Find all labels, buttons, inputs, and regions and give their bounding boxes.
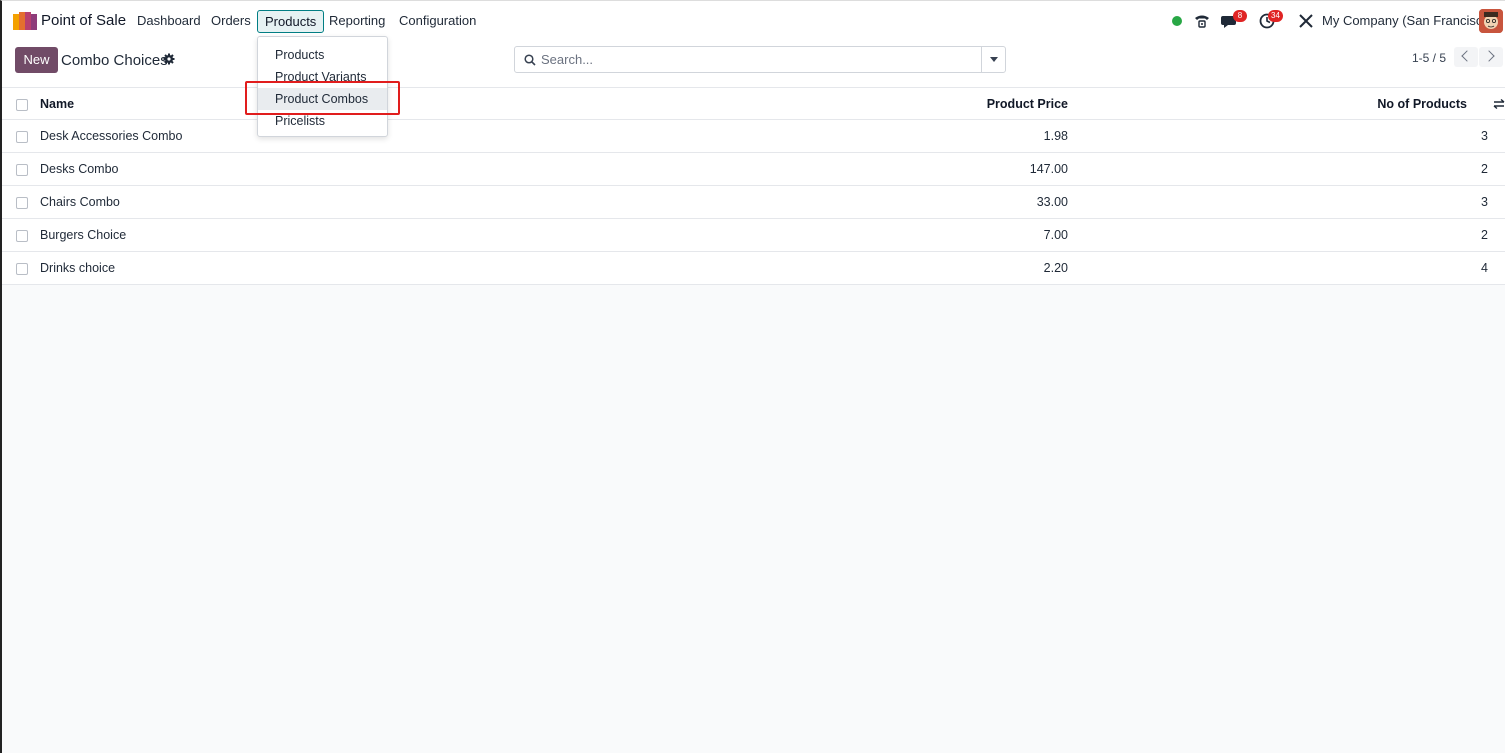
table-row[interactable]: Desks Combo 147.00 2 [2, 153, 1505, 186]
presence-status-dot [1172, 16, 1182, 26]
pager-value[interactable]: 1-5 / 5 [1412, 51, 1446, 65]
table-header: Name Product Price No of Products [2, 87, 1505, 120]
pager-next-button[interactable] [1479, 47, 1503, 67]
column-header-price[interactable]: Product Price [987, 97, 1068, 111]
debug-tools-icon[interactable] [1297, 12, 1315, 30]
row-count[interactable]: 3 [1481, 129, 1488, 143]
page-title: Combo Choices [61, 52, 168, 69]
search-icon [524, 54, 536, 66]
row-count[interactable]: 2 [1481, 162, 1488, 176]
control-panel: New Combo Choices 1-5 / 5 [2, 41, 1505, 87]
row-price[interactable]: 7.00 [1044, 228, 1068, 242]
user-avatar-icon [1479, 9, 1503, 33]
search-input[interactable] [541, 49, 981, 70]
search-bar[interactable] [514, 46, 1006, 73]
row-checkbox[interactable] [16, 131, 28, 143]
menu-configuration[interactable]: Configuration [399, 13, 476, 28]
menu-dashboard[interactable]: Dashboard [137, 13, 201, 28]
row-count[interactable]: 4 [1481, 261, 1488, 275]
dropdown-item-products[interactable]: Products [258, 44, 387, 66]
row-checkbox[interactable] [16, 263, 28, 275]
highlight-annotation-box [245, 81, 400, 115]
row-checkbox[interactable] [16, 164, 28, 176]
pager-previous-button[interactable] [1454, 47, 1478, 67]
select-all-checkbox[interactable] [16, 99, 28, 111]
row-name[interactable]: Desks Combo [40, 162, 119, 176]
row-count[interactable]: 2 [1481, 228, 1488, 242]
phone-icon[interactable] [1193, 12, 1211, 30]
column-header-count[interactable]: No of Products [1377, 97, 1467, 111]
combo-list-table: Name Product Price No of Products Desk A… [2, 87, 1505, 285]
row-price[interactable]: 147.00 [1030, 162, 1068, 176]
row-price[interactable]: 2.20 [1044, 261, 1068, 275]
caret-down-icon [990, 57, 998, 62]
pos-app-logo-icon[interactable] [13, 12, 37, 30]
table-row[interactable]: Desk Accessories Combo 1.98 3 [2, 120, 1505, 153]
row-count[interactable]: 3 [1481, 195, 1488, 209]
top-navbar: Point of Sale Dashboard Orders Products … [2, 1, 1505, 41]
table-row[interactable]: Burgers Choice 7.00 2 [2, 219, 1505, 252]
row-name[interactable]: Desk Accessories Combo [40, 129, 182, 143]
row-checkbox[interactable] [16, 230, 28, 242]
menu-orders[interactable]: Orders [211, 13, 251, 28]
new-button[interactable]: New [15, 47, 58, 73]
menu-reporting[interactable]: Reporting [329, 13, 385, 28]
row-price[interactable]: 33.00 [1037, 195, 1068, 209]
table-row[interactable]: Chairs Combo 33.00 3 [2, 186, 1505, 219]
table-row[interactable]: Drinks choice 2.20 4 [2, 252, 1505, 285]
user-avatar[interactable] [1479, 9, 1503, 33]
column-header-name[interactable]: Name [40, 97, 74, 111]
menu-products[interactable]: Products [257, 10, 325, 33]
row-name[interactable]: Chairs Combo [40, 195, 120, 209]
chevron-left-icon [1461, 50, 1473, 62]
company-switcher[interactable]: My Company (San Francisco) [1322, 13, 1494, 28]
gear-icon[interactable] [163, 53, 175, 65]
messages-badge: 8 [1233, 10, 1247, 22]
row-name[interactable]: Burgers Choice [40, 228, 126, 242]
row-name[interactable]: Drinks choice [40, 261, 115, 275]
search-options-toggle[interactable] [981, 47, 1005, 72]
app-name[interactable]: Point of Sale [41, 12, 126, 29]
chevron-right-icon [1483, 50, 1495, 62]
row-checkbox[interactable] [16, 197, 28, 209]
optional-columns-toggle-icon[interactable] [1493, 98, 1505, 110]
row-price[interactable]: 1.98 [1044, 129, 1068, 143]
activities-badge: 34 [1268, 10, 1283, 22]
